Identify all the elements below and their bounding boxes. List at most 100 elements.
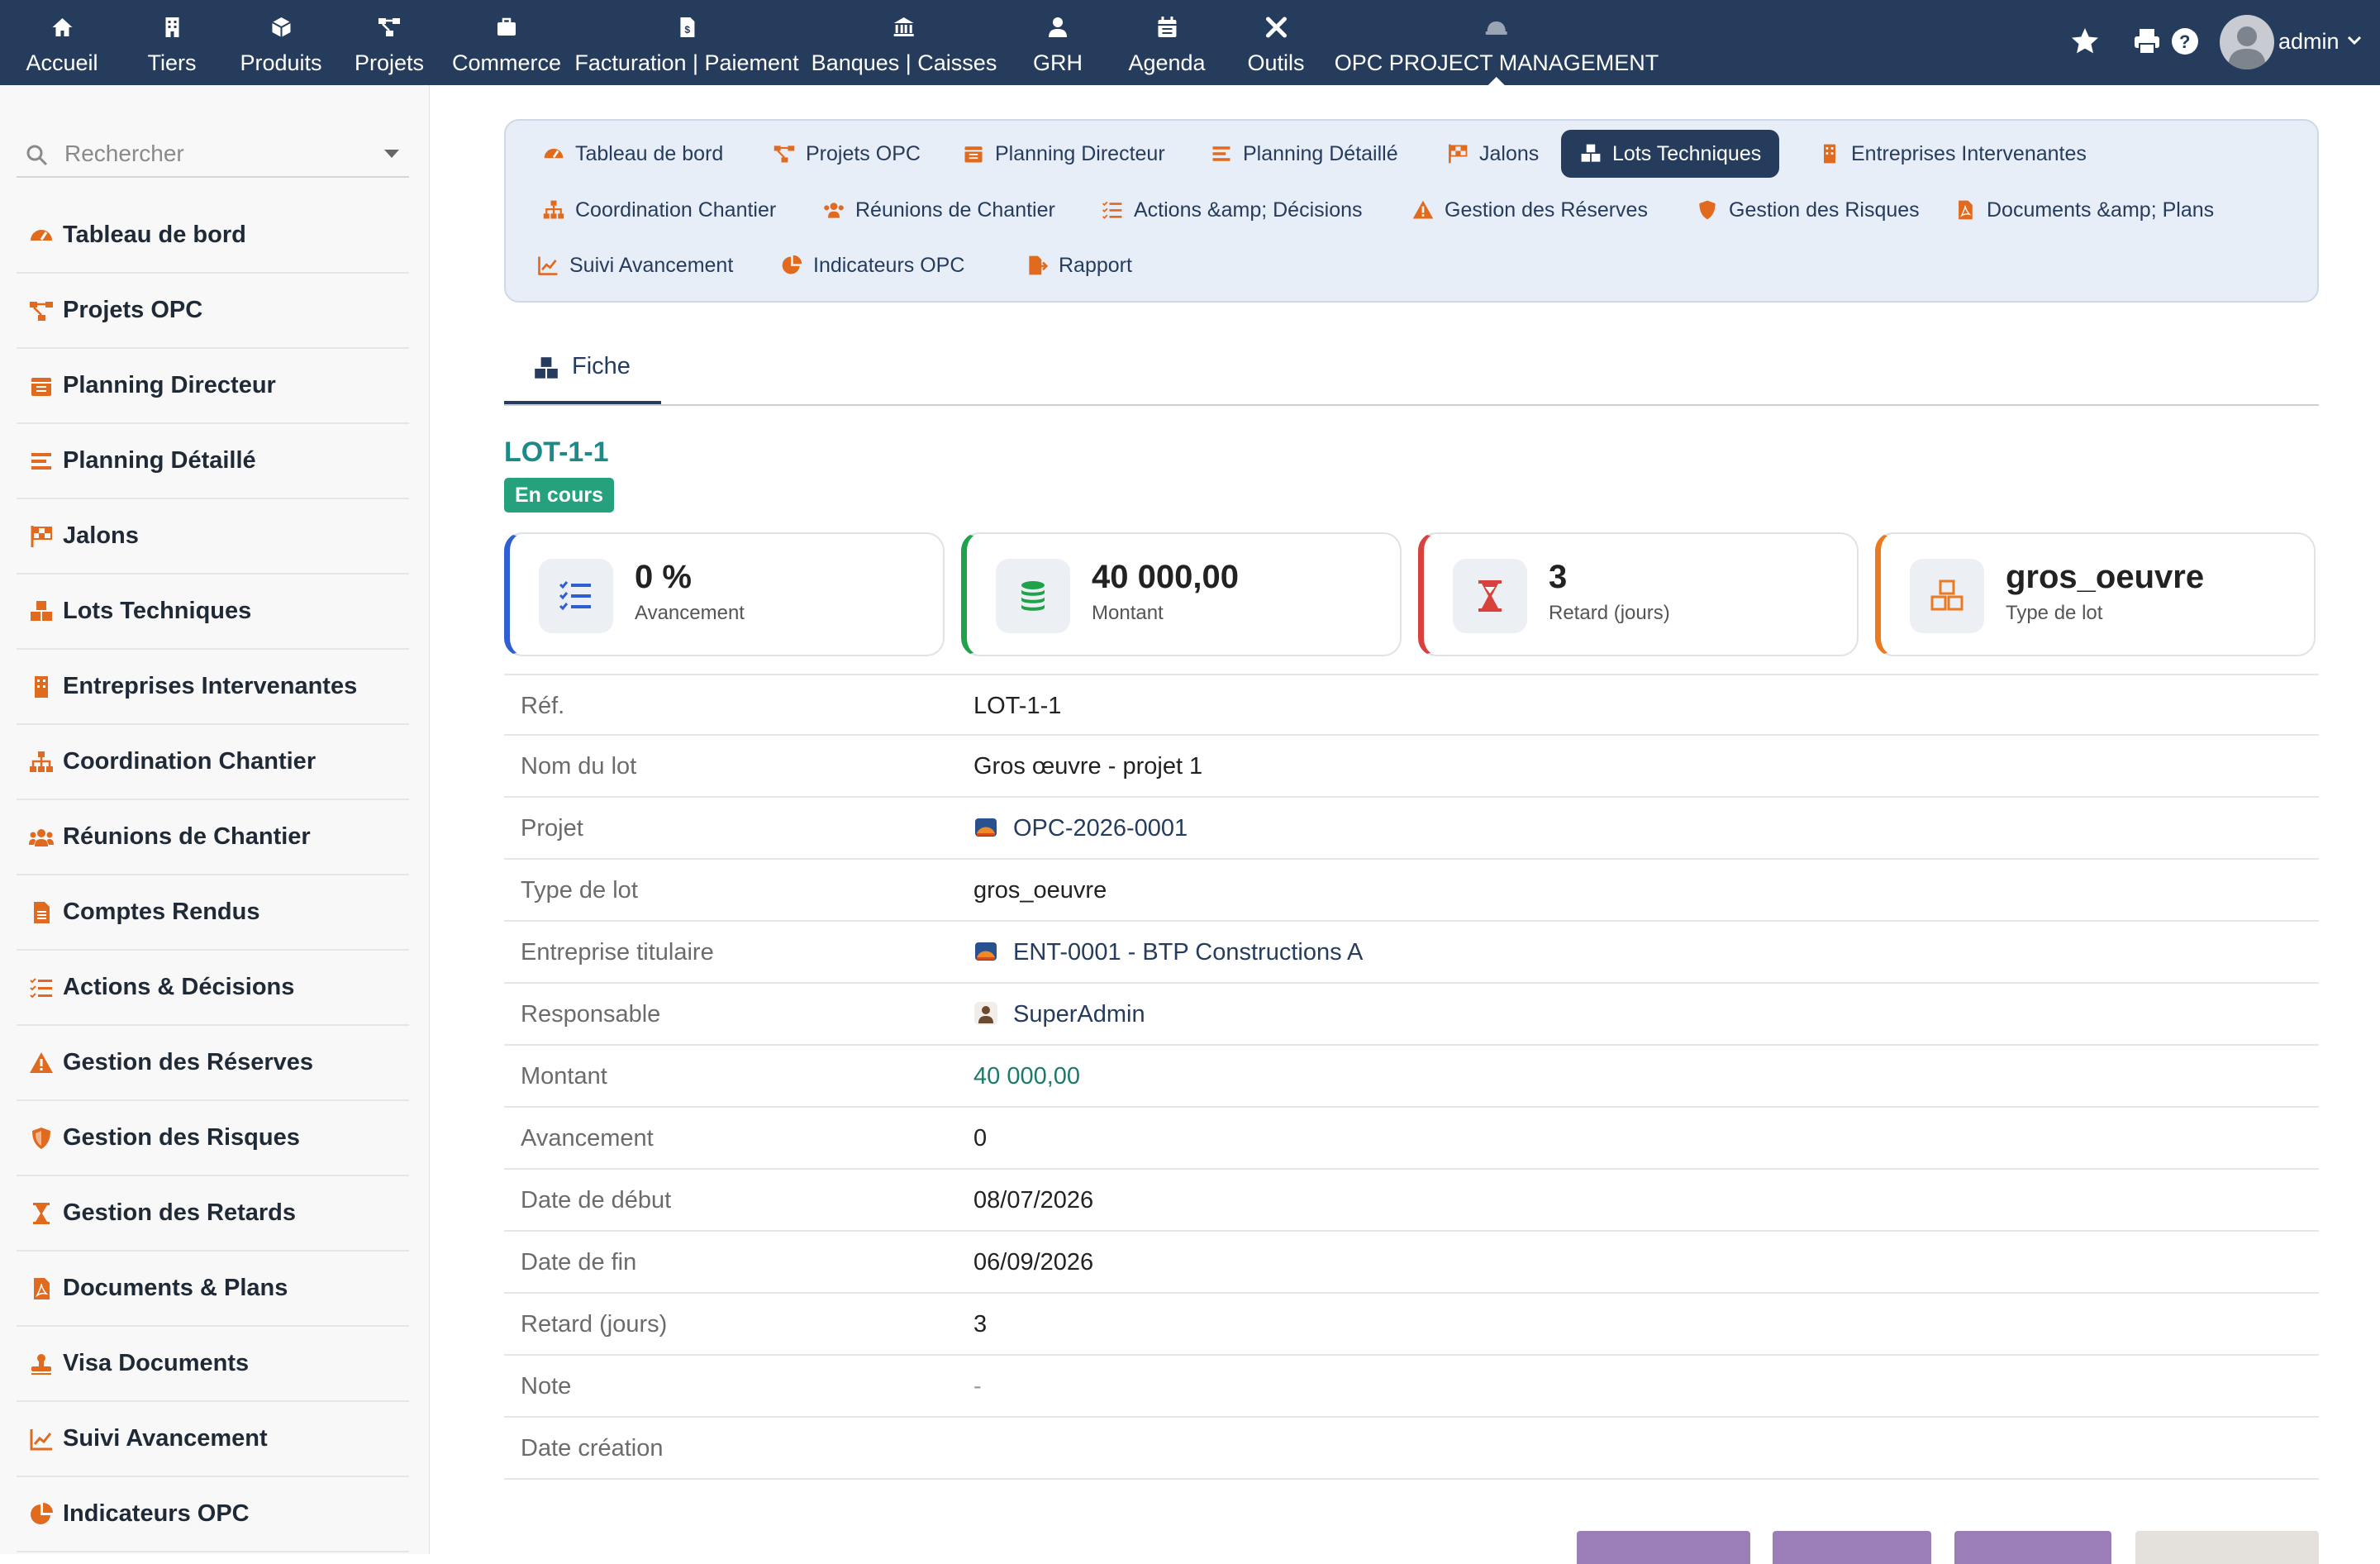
tab-lots-techniques[interactable]: Lots Techniques: [1561, 130, 1780, 178]
tab-reserves[interactable]: Gestion des Réserves: [1393, 186, 1666, 234]
field-label: Type de lot: [521, 877, 638, 904]
topnav-agenda[interactable]: Agenda: [1128, 0, 1206, 85]
company-icon: [975, 942, 997, 961]
action-button-3[interactable]: [1954, 1531, 2111, 1564]
field-label: Date création: [521, 1435, 664, 1461]
field-label: Montant: [521, 1063, 607, 1090]
tab-documents[interactable]: Documents &amp; Plans: [1935, 186, 2232, 234]
field-value: 0: [973, 1125, 988, 1152]
star-icon[interactable]: [2068, 25, 2102, 58]
bank-icon: [893, 17, 914, 36]
tab-entreprises[interactable]: Entreprises Intervenantes: [1800, 130, 2105, 178]
topnav-accueil[interactable]: Accueil: [26, 0, 98, 85]
warning-icon: [1412, 200, 1434, 219]
topnav-produits[interactable]: Produits: [240, 0, 322, 85]
sidebar-item-jalons[interactable]: Jalons: [17, 499, 409, 575]
project-link[interactable]: OPC-2026-0001: [973, 798, 1188, 860]
topnav-opc[interactable]: OPC PROJECT MANAGEMENT: [1335, 0, 1659, 85]
tasks-icon: [30, 977, 52, 998]
company-link[interactable]: ENT-0001 - BTP Constructions A: [973, 922, 1363, 984]
tab-risques[interactable]: Gestion des Risques: [1678, 186, 1938, 234]
warning-icon: [30, 1051, 53, 1073]
user-icon: [974, 1002, 997, 1025]
sidebar-item-entreprises[interactable]: Entreprises Intervenantes: [17, 650, 409, 725]
tab-tableau-de-bord[interactable]: Tableau de bord: [524, 130, 741, 178]
topnav-outils[interactable]: Outils: [1247, 0, 1305, 85]
sidebar-item-visa[interactable]: Visa Documents: [17, 1327, 409, 1402]
field-row-date-fin: Date de fin 06/09/2026: [504, 1232, 2319, 1294]
sidebar-item-projets-opc[interactable]: Projets OPC: [17, 274, 409, 349]
sidebar-item-documents[interactable]: Documents & Plans: [17, 1252, 409, 1327]
topnav-tiers[interactable]: Tiers: [148, 0, 197, 85]
tab-coordination[interactable]: Coordination Chantier: [524, 186, 794, 234]
topnav-banques[interactable]: Banques | Caisses: [812, 0, 997, 85]
sidebar-item-lots-techniques[interactable]: Lots Techniques: [17, 575, 409, 650]
help-icon[interactable]: ?: [2168, 25, 2202, 58]
sidebar-item-reserves[interactable]: Gestion des Réserves: [17, 1026, 409, 1101]
sidebar-item-suivi[interactable]: Suivi Avancement: [17, 1402, 409, 1477]
sidebar-item-actions-decisions[interactable]: Actions & Décisions: [17, 951, 409, 1026]
action-button-4[interactable]: [2135, 1531, 2319, 1564]
divider: [504, 404, 2319, 406]
file-export-icon: [1029, 255, 1049, 275]
field-label: Nom du lot: [521, 753, 637, 780]
svg-text:$: $: [684, 24, 690, 36]
user-avatar-icon: [2228, 26, 2266, 69]
tools-icon: [1265, 17, 1287, 38]
file-pdf-icon: [1959, 200, 1973, 220]
field-value: -: [973, 1373, 982, 1399]
search-dropdown-icon[interactable]: [384, 150, 399, 158]
page-title: LOT-1-1: [504, 436, 609, 468]
tab-planning-directeur[interactable]: Planning Directeur: [944, 130, 1183, 178]
action-button-2[interactable]: [1773, 1531, 1931, 1564]
tab-jalons[interactable]: Jalons: [1428, 130, 1557, 178]
kpi-icon-box: [1453, 559, 1527, 633]
sidebar-item-tableau-de-bord[interactable]: Tableau de bord: [17, 198, 409, 274]
topnav-grh[interactable]: GRH: [1033, 0, 1083, 85]
action-button-1[interactable]: [1577, 1531, 1750, 1564]
field-value: 40 000,00: [973, 1063, 1081, 1090]
kpi-label: Retard (jours): [1549, 602, 1670, 624]
kpi-card-avancement: 0 % Avancement: [504, 532, 945, 656]
kpi-label: Montant: [1092, 602, 1164, 624]
field-row-entreprise: Entreprise titulaire ENT-0001 - BTP Cons…: [504, 922, 2319, 984]
chart-pie-icon: [782, 255, 802, 274]
sidebar-item-planning-directeur[interactable]: Planning Directeur: [17, 349, 409, 424]
topnav-projets[interactable]: Projets: [355, 0, 424, 85]
topnav-commerce[interactable]: Commerce: [452, 0, 561, 85]
sidebar: Tableau de bord Projets OPC Planning Dir…: [0, 85, 430, 1554]
dashboard-icon: [31, 229, 52, 241]
user-link[interactable]: SuperAdmin: [973, 984, 1145, 1046]
field-row-retard: Retard (jours) 3: [504, 1294, 2319, 1356]
avatar[interactable]: [2220, 15, 2274, 69]
calendar-icon: [964, 146, 983, 163]
sidebar-item-indicateurs[interactable]: Indicateurs OPC: [17, 1477, 409, 1552]
chevron-down-icon[interactable]: [2345, 31, 2363, 50]
sitemap-icon: [378, 18, 400, 36]
sidebar-item-reunions[interactable]: Réunions de Chantier: [17, 800, 409, 875]
sidebar-item-comptes-rendus[interactable]: Comptes Rendus: [17, 875, 409, 951]
sidebar-item-coordination[interactable]: Coordination Chantier: [17, 725, 409, 800]
search-box[interactable]: [17, 131, 409, 178]
sidebar-item-risques[interactable]: Gestion des Risques: [17, 1101, 409, 1176]
tab-projets-opc[interactable]: Projets OPC: [754, 130, 939, 178]
topnav-facturation[interactable]: $ Facturation | Paiement: [574, 0, 799, 85]
chart-pie-icon: [31, 1502, 53, 1524]
tab-indicateurs[interactable]: Indicateurs OPC: [762, 241, 983, 289]
module-tabs: Tableau de bord Projets OPC Planning Dir…: [504, 119, 2319, 303]
tab-rapport[interactable]: Rapport: [1007, 241, 1150, 289]
tab-planning-detaille[interactable]: Planning Détaillé: [1192, 130, 1416, 178]
search-input[interactable]: [64, 138, 362, 169]
sidebar-item-planning-detaille[interactable]: Planning Détaillé: [17, 424, 409, 499]
print-icon[interactable]: [2130, 25, 2163, 58]
sidebar-item-retards[interactable]: Gestion des Retards: [17, 1176, 409, 1252]
field-row-date-creation: Date création: [504, 1418, 2319, 1480]
field-label: Retard (jours): [521, 1311, 668, 1338]
tab-suivi-avancement[interactable]: Suivi Avancement: [518, 241, 751, 289]
tab-actions-decisions[interactable]: Actions &amp; Décisions: [1083, 186, 1381, 234]
user-name[interactable]: admin: [2278, 29, 2340, 55]
hourglass-icon: [1478, 580, 1502, 612]
project-diagram-icon: [774, 145, 795, 163]
tab-reunions[interactable]: Réunions de Chantier: [804, 186, 1073, 234]
tab-fiche[interactable]: Fiche: [504, 335, 661, 406]
